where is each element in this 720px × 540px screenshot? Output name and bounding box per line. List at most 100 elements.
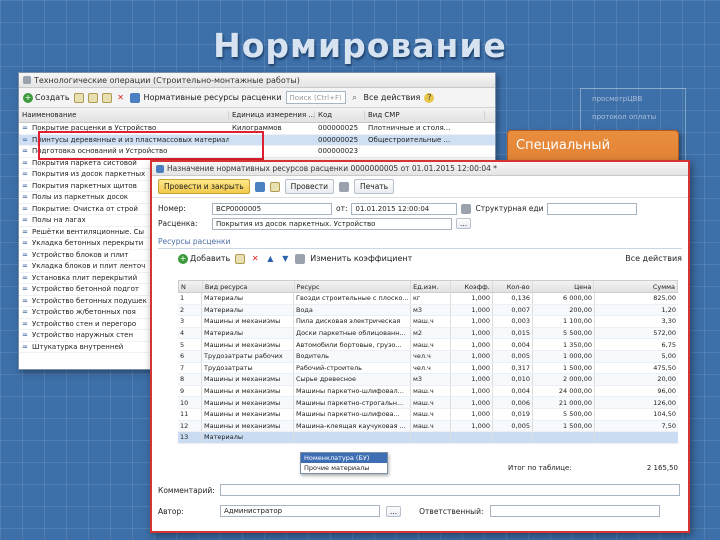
structural-unit-field[interactable] bbox=[547, 202, 638, 215]
cell-coef: 1,000 bbox=[451, 385, 493, 397]
cell-quantity: 0,005 bbox=[493, 350, 533, 362]
cell-unit: чел.ч bbox=[411, 350, 451, 362]
cell-coef: 1,000 bbox=[451, 408, 493, 420]
help-icon[interactable]: ? bbox=[424, 92, 435, 103]
cell-sum: 96,00 bbox=[657, 387, 676, 396]
col-name[interactable]: Наименование bbox=[19, 111, 229, 119]
cell-coef: 1,000 bbox=[451, 374, 493, 385]
cell-type: Общестроительные ... bbox=[368, 135, 451, 144]
author-field[interactable]: Администратор bbox=[220, 505, 380, 517]
col-unit[interactable]: Ед.изм. bbox=[411, 281, 451, 292]
resource-row[interactable]: 11 Машины и механизмы Машины паркетно-шлиф… bbox=[178, 408, 678, 421]
hierarchy-icon[interactable] bbox=[129, 92, 140, 103]
cell-unit: маш.ч bbox=[411, 385, 451, 397]
post-button[interactable]: Провести bbox=[284, 179, 335, 194]
resource-row[interactable]: 5 Машины и механизмы Автомобили бортовые, … bbox=[178, 339, 678, 351]
change-coef-button[interactable]: Изменить коэффициент bbox=[310, 254, 412, 263]
resource-row[interactable]: 9 Машины и механизмы Машины паркетно-шлифо… bbox=[178, 385, 678, 398]
resource-row[interactable]: 2 Материалы Вода м3 1,000 0,007 200,00 1,20 bbox=[178, 304, 678, 317]
delete-icon[interactable]: ✕ bbox=[116, 93, 126, 103]
total-value: 2 165,50 bbox=[646, 463, 678, 472]
resources-all-actions-button[interactable]: Все действия bbox=[625, 254, 682, 263]
cell-unit: маш.ч bbox=[411, 397, 451, 408]
resource-row[interactable]: 3 Машины и механизмы Пила дисковая электри… bbox=[178, 316, 678, 328]
cell-n: 11 bbox=[178, 408, 202, 420]
list-header: Наименование Единица измерения ... Код В… bbox=[19, 108, 495, 123]
col-quantity[interactable]: Кол-во bbox=[493, 281, 533, 292]
row-marker-icon: = bbox=[22, 331, 28, 340]
add-folder-icon[interactable] bbox=[73, 92, 84, 103]
cell-price: 1 500,00 bbox=[533, 420, 595, 432]
move-down-icon[interactable]: ▼ bbox=[280, 254, 290, 264]
number-field[interactable]: ВСР0000005 bbox=[212, 202, 332, 215]
pricing-label: Расценка: bbox=[158, 219, 198, 228]
total-label: Итог по таблице: bbox=[508, 463, 572, 472]
cell-unit: м3 bbox=[411, 374, 451, 385]
resource-row[interactable]: 10 Машины и механизмы Машины паркетно-стро… bbox=[178, 397, 678, 409]
row-marker-icon: = bbox=[22, 250, 28, 259]
cell-price: 1 100,00 bbox=[533, 316, 595, 327]
pricing-select-button[interactable]: ... bbox=[456, 218, 472, 229]
resource-row[interactable]: 12 Машины и механизмы Машина-клеящая каучу… bbox=[178, 420, 678, 433]
col-sum[interactable]: Сумма bbox=[594, 281, 677, 292]
col-n[interactable]: N bbox=[179, 281, 203, 292]
resource-row[interactable]: 4 Материалы Доски паркетные облицованн... м… bbox=[178, 327, 678, 340]
cell-resource-kind: Машины и механизмы bbox=[202, 397, 294, 408]
resource-row[interactable]: 8 Машины и механизмы Сырье древесное м3 1,00… bbox=[178, 374, 678, 386]
row-marker-icon: = bbox=[22, 124, 28, 133]
cell-n: 5 bbox=[178, 339, 202, 350]
resource-row[interactable]: 1 Материалы Гвозди строительные с плоско..… bbox=[178, 293, 678, 305]
all-actions-button[interactable]: Все действия bbox=[364, 93, 421, 102]
delete-row-icon[interactable]: ✕ bbox=[250, 254, 260, 264]
cell-sum: 20,00 bbox=[657, 375, 676, 384]
search-icon[interactable]: ⌕ bbox=[350, 93, 360, 103]
resource-row[interactable]: 13 Материалы bbox=[178, 432, 678, 444]
date-field[interactable]: 01.01.2015 12:00:04 bbox=[351, 202, 458, 215]
attach-icon[interactable] bbox=[339, 181, 350, 192]
move-up-icon[interactable]: ▲ bbox=[265, 254, 275, 264]
cell-resource: Рабочий-строитель bbox=[294, 362, 411, 374]
calendar-icon[interactable] bbox=[461, 203, 472, 214]
cell-coef: 1,000 bbox=[451, 397, 493, 408]
cell-quantity: 0,019 bbox=[493, 408, 533, 420]
add-resource-button[interactable]: + Добавить bbox=[178, 253, 230, 264]
row-marker-icon: = bbox=[22, 170, 28, 179]
cell-n: 9 bbox=[178, 385, 202, 397]
edit-icon[interactable] bbox=[101, 92, 112, 103]
cell-sum: 572,00 bbox=[653, 329, 676, 338]
resource-assignment-window: Назначение нормативных ресурсов расценки… bbox=[150, 160, 690, 533]
cell-sum: 1,20 bbox=[661, 305, 676, 314]
post-icon[interactable] bbox=[269, 181, 280, 192]
responsible-label: Ответственный: bbox=[419, 506, 484, 516]
create-button[interactable]: + Создать bbox=[23, 92, 70, 103]
col-unit[interactable]: Единица измерения ... bbox=[229, 111, 315, 119]
save-icon[interactable] bbox=[254, 181, 265, 192]
pricing-field[interactable]: Покрытия из досок паркетных. Устройство bbox=[212, 217, 452, 230]
cell-quantity: 0,005 bbox=[493, 420, 533, 432]
cell-unit: маш.ч bbox=[411, 339, 451, 350]
resource-row[interactable]: 6 Трудозатраты рабочих Водитель чел.ч 1,000 0… bbox=[178, 350, 678, 363]
col-coef[interactable]: Коэфф. bbox=[451, 281, 493, 292]
resource-row[interactable]: 7 Трудозатраты Рабочий-строитель чел.ч 1,000… bbox=[178, 362, 678, 375]
cell-unit: кг bbox=[411, 293, 451, 304]
cell-resource: Вода bbox=[294, 304, 411, 316]
document-icon bbox=[156, 164, 164, 173]
coefficient-icon bbox=[295, 253, 306, 264]
plus-icon: + bbox=[23, 92, 33, 103]
col-resource[interactable]: Ресурс bbox=[295, 281, 412, 292]
copy-icon[interactable] bbox=[87, 92, 98, 103]
search-input[interactable]: Поиск (Ctrl+F) bbox=[285, 91, 346, 104]
author-select-button[interactable]: ... bbox=[386, 505, 402, 517]
slide-title: Нормирование bbox=[213, 26, 507, 65]
comment-field[interactable] bbox=[220, 484, 680, 496]
col-price[interactable]: Цена bbox=[533, 281, 595, 292]
col-type[interactable]: Вид СМР bbox=[365, 111, 485, 119]
post-and-close-button[interactable]: Провести и закрыть bbox=[158, 179, 250, 194]
print-button[interactable]: Печать bbox=[354, 179, 395, 194]
col-code[interactable]: Код bbox=[315, 111, 365, 119]
resources-button[interactable]: Нормативные ресурсы расценки bbox=[144, 93, 282, 102]
responsible-field[interactable] bbox=[489, 505, 660, 517]
cell-resource-kind: Трудозатраты bbox=[202, 362, 294, 374]
col-resource-kind[interactable]: Вид ресурса bbox=[203, 281, 295, 292]
copy-row-icon[interactable] bbox=[235, 253, 246, 264]
